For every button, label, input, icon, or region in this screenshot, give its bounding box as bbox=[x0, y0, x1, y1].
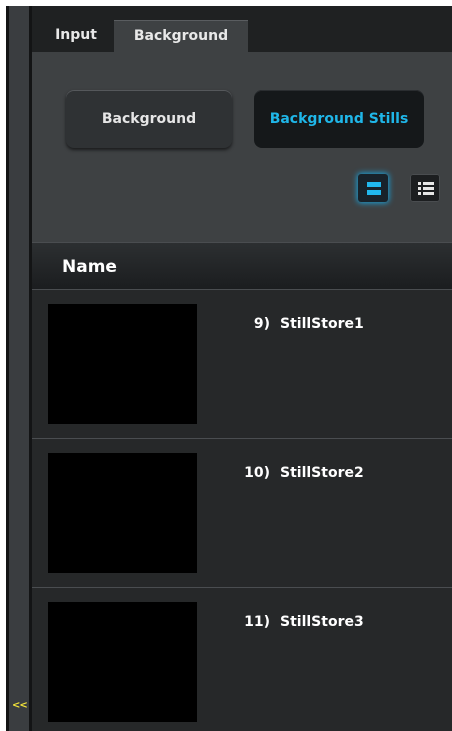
list-view-button[interactable] bbox=[410, 174, 440, 202]
background-panel: Input Background Background Background S… bbox=[32, 6, 452, 731]
item-number: 10) bbox=[244, 465, 270, 481]
source-selector: Background Background Stills bbox=[32, 52, 452, 242]
list-item-label: 10) StillStore2 bbox=[222, 465, 364, 481]
expand-sidebar-button[interactable]: << bbox=[12, 700, 28, 711]
app-window: << Input Background Background Backgroun… bbox=[6, 6, 452, 731]
item-name: StillStore3 bbox=[280, 614, 364, 630]
column-header-name: Name bbox=[62, 257, 117, 277]
item-number: 9) bbox=[253, 316, 270, 332]
background-button[interactable]: Background bbox=[66, 90, 232, 148]
list-item-label: 9) StillStore1 bbox=[222, 316, 364, 332]
tab-bar: Input Background bbox=[32, 6, 452, 55]
list-item[interactable]: 10) StillStore2 bbox=[32, 438, 452, 587]
still-thumbnail bbox=[48, 602, 197, 722]
item-name: StillStore1 bbox=[280, 316, 364, 332]
list-item[interactable]: 9) StillStore1 bbox=[32, 289, 452, 438]
item-name: StillStore2 bbox=[280, 465, 364, 481]
tab-input[interactable]: Input bbox=[38, 20, 114, 54]
left-collapsed-sidebar: << bbox=[6, 6, 32, 731]
still-thumbnail bbox=[48, 453, 197, 573]
list-item[interactable]: 11) StillStore3 bbox=[32, 587, 452, 731]
sidebar-strip bbox=[9, 6, 29, 731]
item-number: 11) bbox=[244, 614, 270, 630]
still-thumbnail bbox=[48, 304, 197, 424]
tab-background[interactable]: Background bbox=[114, 20, 248, 55]
list-item-label: 11) StillStore3 bbox=[222, 614, 364, 630]
background-stills-button[interactable]: Background Stills bbox=[254, 90, 424, 148]
grid-view-button[interactable] bbox=[358, 174, 388, 202]
column-header[interactable]: Name bbox=[32, 242, 452, 289]
